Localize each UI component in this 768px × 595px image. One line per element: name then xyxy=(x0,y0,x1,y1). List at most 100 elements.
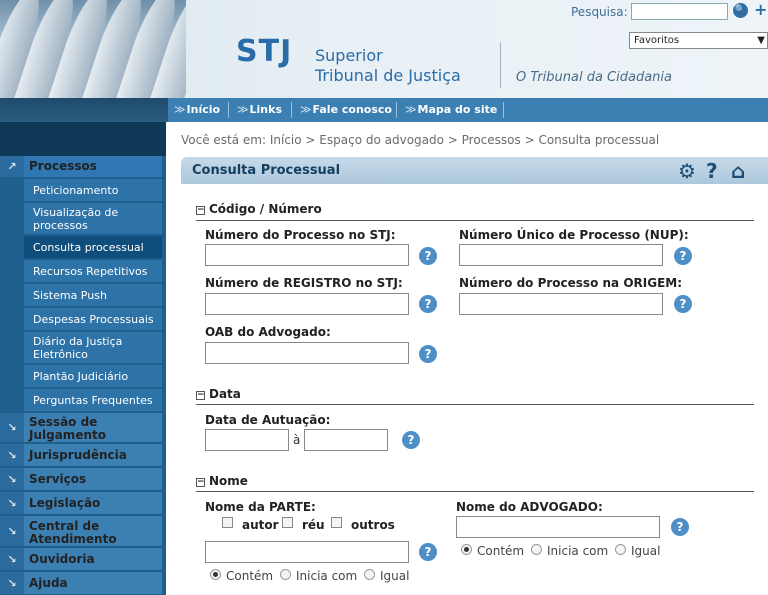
arrow-icon: ≫ xyxy=(300,103,312,116)
help-icon[interactable]: ? xyxy=(419,295,437,313)
search-input[interactable] xyxy=(631,3,728,20)
nav-link-label: Mapa do site xyxy=(417,103,498,116)
sidebar-item-perguntas-frequentes[interactable]: Perguntas Frequentes xyxy=(24,389,162,412)
building-photo xyxy=(0,0,186,98)
arrow-down-icon: ↘ xyxy=(0,492,24,514)
sidebar-item-visualizacao[interactable]: Visualização de processos xyxy=(24,203,162,235)
radio-advogado-contem[interactable] xyxy=(461,544,472,555)
sidebar-section-central-de-atendimento[interactable]: ↘ Central de Atendimento xyxy=(0,516,162,547)
processo-origem-input[interactable] xyxy=(459,293,663,315)
sidebar-item-sistema-push[interactable]: Sistema Push xyxy=(24,284,162,307)
radio-advogado-igual[interactable] xyxy=(615,544,626,555)
top-navigation: ≫Início ≫Links ≫Fale conosco ≫Mapa do si… xyxy=(0,98,768,122)
label-oab: OAB do Advogado: xyxy=(205,325,331,339)
breadcrumb: Você está em: Início > Espaço do advogad… xyxy=(181,133,660,147)
help-icon[interactable]: ? xyxy=(674,247,692,265)
help-icon[interactable]: ? xyxy=(419,543,437,561)
checkbox-outros[interactable] xyxy=(331,517,342,528)
arrow-down-icon: ↘ xyxy=(0,444,24,466)
panel-header: Consulta Processual ⚙ ? ⌂ xyxy=(181,157,768,184)
checkbox-autor[interactable] xyxy=(222,517,233,528)
help-icon[interactable]: ? xyxy=(419,247,437,265)
help-icon[interactable]: ? xyxy=(419,345,437,363)
nup-input[interactable] xyxy=(459,244,663,266)
nome-advogado-input[interactable] xyxy=(456,516,660,538)
registro-stj-input[interactable] xyxy=(205,293,409,315)
search-icon[interactable]: 🔍 xyxy=(733,3,748,18)
date-separator: à xyxy=(293,433,301,447)
sidebar-section-legislacao[interactable]: ↘ Legislação xyxy=(0,492,162,515)
checkbox-autor-label: autor xyxy=(242,518,279,532)
sidebar-section-ouvidoria[interactable]: ↘ Ouvidoria xyxy=(0,548,162,571)
data-autuacao-start-input[interactable] xyxy=(205,429,289,451)
sidebar-item-consulta-processual[interactable]: Consulta processual xyxy=(24,236,162,259)
label-nome-advogado: Nome do ADVOGADO: xyxy=(456,500,603,514)
nav-link-links[interactable]: ≫Links xyxy=(237,98,282,122)
site-header: STJ Superior Tribunal de Justiça O Tribu… xyxy=(0,0,768,98)
collapse-icon[interactable]: − xyxy=(196,391,205,400)
sidebar-section-label: Ajuda xyxy=(29,576,68,590)
nav-link-mapa-do-site[interactable]: ≫Mapa do site xyxy=(405,98,497,122)
chevron-down-icon: ▼ xyxy=(757,35,765,46)
nome-parte-input[interactable] xyxy=(205,541,409,563)
radio-parte-igual[interactable] xyxy=(364,569,375,580)
court-name-line1: Superior xyxy=(315,46,383,65)
numero-processo-stj-input[interactable] xyxy=(205,244,409,266)
label-numero-processo-stj: Número do Processo no STJ: xyxy=(205,228,396,242)
sidebar-section-ajuda[interactable]: ↘ Ajuda xyxy=(0,572,162,595)
radio-label: Inicia com xyxy=(296,569,358,583)
sidebar-item-peticionamento[interactable]: Peticionamento xyxy=(24,179,162,202)
plus-icon[interactable]: + xyxy=(754,2,768,18)
checkbox-reu-label: réu xyxy=(302,518,325,532)
gear-icon[interactable]: ⚙ xyxy=(678,159,696,183)
help-icon[interactable]: ? xyxy=(671,518,689,536)
help-icon[interactable]: ? xyxy=(674,295,692,313)
collapse-icon[interactable]: − xyxy=(196,478,205,487)
radio-parte-inicia-com[interactable] xyxy=(280,569,291,580)
help-icon[interactable]: ? xyxy=(706,159,718,183)
sidebar-section-servicos[interactable]: ↘ Serviços xyxy=(0,468,162,491)
section-title: Código / Número xyxy=(209,202,322,216)
nav-divider xyxy=(396,102,397,118)
section-data[interactable]: − Data xyxy=(196,387,241,401)
nav-link-label: Fale conosco xyxy=(312,103,392,116)
data-autuacao-end-input[interactable] xyxy=(304,429,388,451)
nav-divider xyxy=(228,102,229,118)
checkbox-reu[interactable] xyxy=(282,517,293,528)
sidebar-item-recursos-repetitivos[interactable]: Recursos Repetitivos xyxy=(24,260,162,283)
sidebar-item-plantao-judiciario[interactable]: Plantão Judiciário xyxy=(24,365,162,388)
search-label: Pesquisa: xyxy=(571,5,628,19)
section-nome[interactable]: − Nome xyxy=(196,474,248,488)
sidebar-top-band xyxy=(0,122,166,156)
sidebar-section-label: Central de Atendimento xyxy=(29,519,117,546)
arrow-down-icon: ↘ xyxy=(0,468,24,490)
sidebar-section-processos[interactable]: ↗ Processos xyxy=(0,156,162,178)
radio-advogado-inicia-com[interactable] xyxy=(531,544,542,555)
sidebar-item-diario-da-justica[interactable]: Diário da Justiça Eletrônico xyxy=(24,332,162,364)
section-codigo-numero[interactable]: − Código / Número xyxy=(196,202,322,216)
nav-divider xyxy=(291,102,292,118)
sidebar-section-jurisprudencia[interactable]: ↘ Jurisprudência xyxy=(0,444,162,467)
home-icon[interactable]: ⌂ xyxy=(731,159,745,183)
radio-label: Igual xyxy=(380,569,410,583)
help-icon[interactable]: ? xyxy=(402,431,420,449)
label-nome-parte: Nome da PARTE: xyxy=(205,500,316,514)
sidebar-item-despesas-processuais[interactable]: Despesas Processuais xyxy=(24,308,162,331)
section-divider xyxy=(196,404,754,405)
arrow-icon: ≫ xyxy=(237,103,249,116)
arrow-icon: ≫ xyxy=(405,103,417,116)
stj-logo[interactable]: STJ xyxy=(236,34,292,69)
nav-link-inicio[interactable]: ≫Início xyxy=(174,98,220,122)
nav-link-fale-conosco[interactable]: ≫Fale conosco xyxy=(300,98,392,122)
collapse-icon[interactable]: − xyxy=(196,206,205,215)
favorites-select[interactable]: Favoritos ▼ xyxy=(629,32,768,49)
section-divider xyxy=(196,491,754,492)
sidebar-section-sessao-de-julgamento[interactable]: ↘ Sessão de Julgamento xyxy=(0,413,162,443)
label-registro-stj: Número de REGISTRO no STJ: xyxy=(205,276,403,290)
radio-label: Igual xyxy=(631,544,661,558)
arrow-down-icon: ↘ xyxy=(0,516,24,546)
checkbox-outros-label: outros xyxy=(351,518,395,532)
radio-parte-contem[interactable] xyxy=(210,569,221,580)
arrow-icon: ≫ xyxy=(174,103,186,116)
oab-input[interactable] xyxy=(205,342,409,364)
